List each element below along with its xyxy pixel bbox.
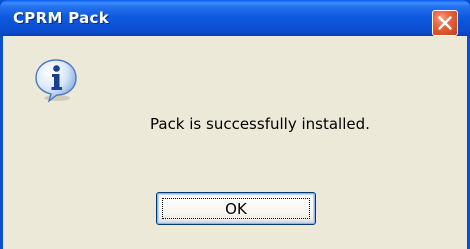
ok-button-label: OK — [162, 198, 310, 219]
message-dialog-window: CPRM Pack Pack is successfully installed… — [0, 0, 470, 249]
window-title: CPRM Pack — [13, 9, 109, 27]
close-icon — [438, 16, 452, 30]
ok-button[interactable]: OK — [156, 192, 316, 225]
close-button[interactable] — [432, 10, 458, 36]
info-icon — [35, 59, 77, 103]
dialog-message: Pack is successfully installed. — [150, 115, 370, 133]
title-bar[interactable]: CPRM Pack — [0, 0, 470, 36]
